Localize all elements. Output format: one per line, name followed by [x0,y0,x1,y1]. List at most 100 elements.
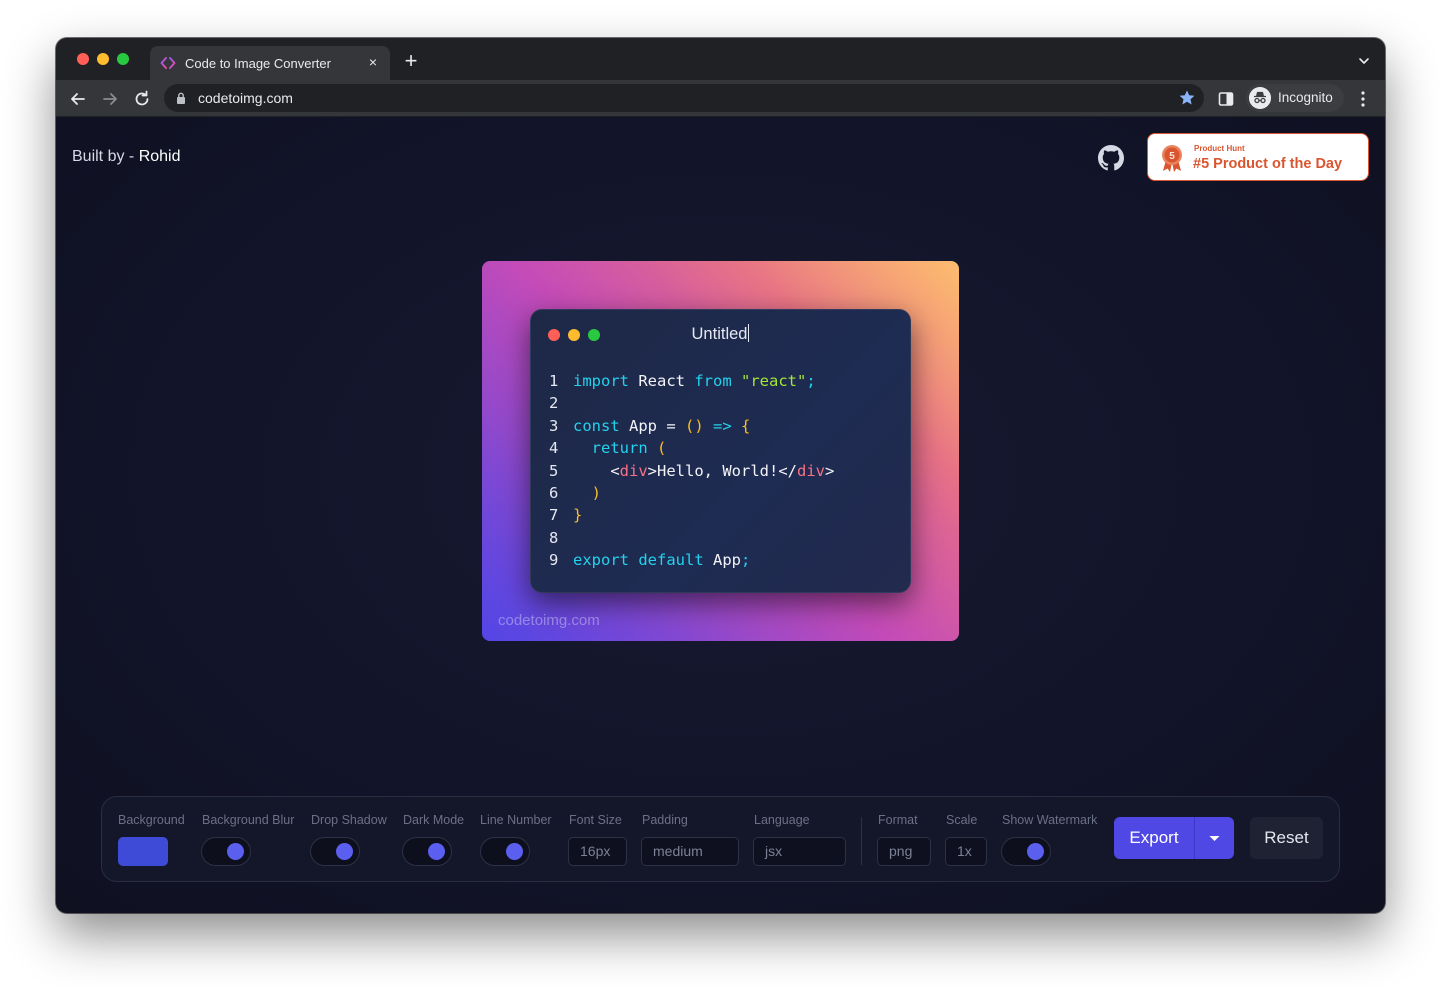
line-number: 9 [549,551,559,570]
address-bar[interactable]: codetoimg.com [164,84,1204,112]
line-number: 5 [549,461,559,480]
line-number: 6 [549,483,559,502]
scale-label: Scale [946,813,978,827]
code-token: () [685,416,704,435]
lock-icon[interactable] [176,92,186,104]
line-number-label: Line Number [480,813,552,827]
product-hunt-badge[interactable]: 5 Product Hunt #5 Product of the Day [1147,133,1369,181]
toggle-knob [506,843,523,860]
code-token: >Hello, World!</ [647,461,797,480]
export-button-group: Export [1114,817,1234,859]
toggle-knob [227,843,244,860]
background-color-picker[interactable] [118,837,168,866]
code-token: import [573,372,629,390]
font-size-select[interactable]: 16px [568,837,627,866]
code-line: 5 <div>Hello, World!</div> [549,460,834,482]
code-token: ( [657,439,667,458]
code-token: React [629,372,695,390]
built-by-text: Built by - Rohid [72,148,181,166]
language-select[interactable]: jsx [753,837,846,866]
reload-icon[interactable] [132,89,152,109]
code-token: return [591,439,648,458]
forward-arrow-icon[interactable] [100,89,120,109]
line-number: 2 [549,394,559,413]
code-token: < [573,461,620,480]
code-token: } [573,506,583,525]
toggle-knob [336,843,353,860]
code-token: const [573,416,620,435]
background-blur-toggle[interactable] [201,837,251,866]
watermark-text: codetoimg.com [498,612,600,629]
code-token: { [741,416,751,435]
code-token: from [694,372,732,390]
product-hunt-small-text: Product Hunt [1194,144,1245,153]
tab-search-chevron-icon[interactable] [1357,54,1371,68]
format-label: Format [878,813,918,827]
code-token: "react" [741,372,807,390]
line-number: 4 [549,439,559,458]
format-select[interactable]: png [877,837,931,866]
code-token: ) [591,483,602,502]
browser-menu-icon[interactable] [1356,90,1370,108]
back-arrow-icon[interactable] [68,89,88,109]
tab-strip: Code to Image Converter × + [56,38,1385,80]
code-line: 7} [549,504,834,526]
author-link[interactable]: Rohid [139,148,181,165]
built-by-prefix: Built by - [72,148,139,165]
dark-mode-label: Dark Mode [403,813,465,827]
show-watermark-label: Show Watermark [1002,813,1098,827]
bookmark-star-icon[interactable] [1178,89,1196,107]
scale-select[interactable]: 1x [945,837,987,866]
side-panel-icon[interactable] [1218,91,1234,107]
line-number: 1 [549,372,559,390]
medal-icon: 5 [1162,145,1182,172]
controls-divider [861,817,862,865]
code-line: 2 [549,392,834,414]
code-line: 3 const App = () => { [549,415,834,437]
code-line: 6 ) [549,482,834,504]
medal-number: 5 [1169,151,1175,162]
background-blur-label: Background Blur [202,813,295,827]
code-token: ; [741,551,751,570]
window-close-button[interactable] [77,53,89,65]
code-brackets-icon [160,57,176,69]
toggle-knob [1027,843,1044,860]
url-text[interactable]: codetoimg.com [198,90,293,106]
code-token: div [619,461,648,480]
window-zoom-button[interactable] [117,53,129,65]
code-line: 9 export default App; [549,549,834,571]
incognito-label: Incognito [1278,90,1333,105]
incognito-indicator[interactable]: Incognito [1246,84,1344,112]
drop-shadow-label: Drop Shadow [311,813,387,827]
drop-shadow-toggle[interactable] [310,837,360,866]
github-icon[interactable] [1098,145,1124,171]
padding-select[interactable]: medium [641,837,739,866]
window-minimize-button[interactable] [97,53,109,65]
code-token: => [713,416,732,435]
new-tab-button[interactable]: + [400,50,422,73]
background-label: Background [118,813,185,827]
code-token: export [573,551,629,570]
dark-mode-toggle[interactable] [402,837,452,866]
tab-close-icon[interactable]: × [364,53,382,71]
browser-toolbar: codetoimg.com Incognito [56,80,1385,117]
export-button[interactable]: Export [1114,817,1194,859]
tab-code-to-image[interactable]: Code to Image Converter × [150,46,390,80]
line-number-toggle[interactable] [480,837,530,866]
editor-title-input[interactable]: Untitled [531,324,910,344]
code-line: 1 import React from "react"; [549,370,834,392]
reset-button[interactable]: Reset [1250,817,1323,859]
show-watermark-toggle[interactable] [1001,837,1051,866]
code-token: default [638,551,704,570]
caret-down-icon[interactable] [1195,817,1234,859]
line-number: 8 [549,528,559,547]
page-content: Built by - Rohid 5 Product Hunt #5 Produ… [56,118,1385,913]
code-editor[interactable]: 1 import React from "react"; 2 3 const App =… [549,370,834,572]
